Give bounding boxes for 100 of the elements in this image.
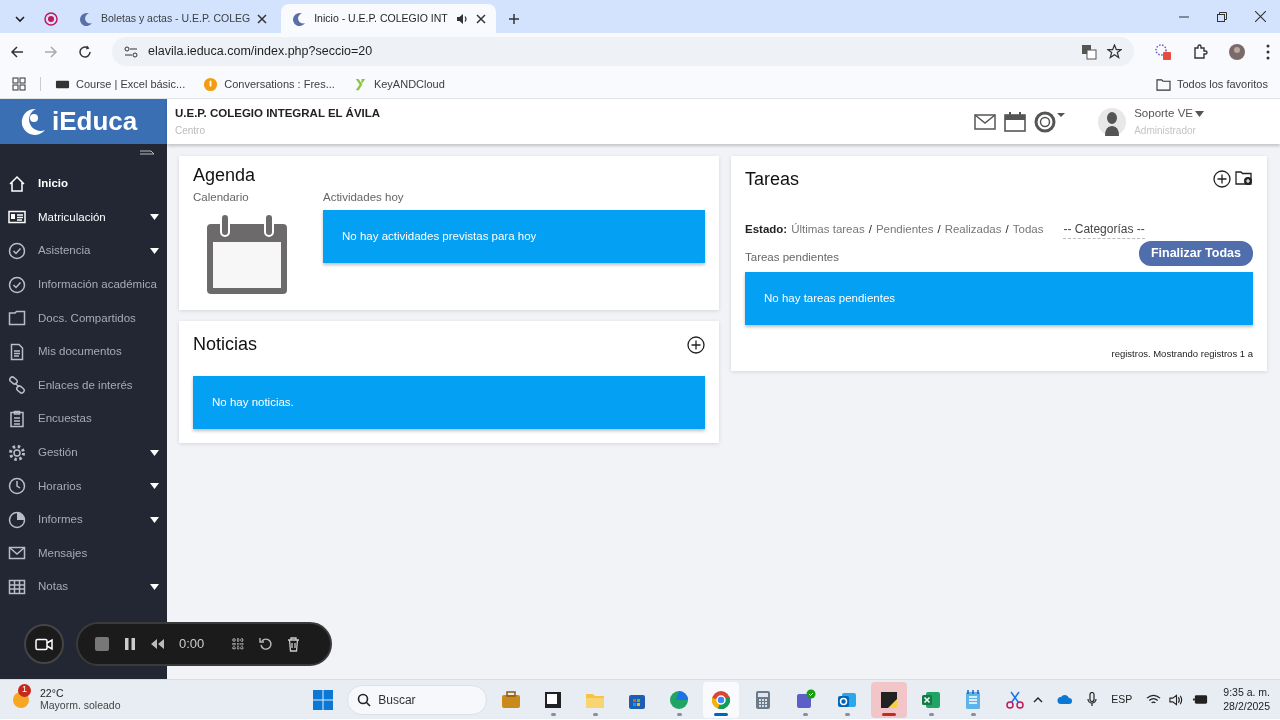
puzzle-icon[interactable]	[1192, 43, 1208, 60]
add-circle-icon[interactable]	[1213, 170, 1231, 188]
calendar-icon[interactable]	[205, 212, 289, 297]
site-info-icon[interactable]	[124, 44, 138, 59]
sidebar-item[interactable]: Asistencia	[0, 234, 167, 268]
battery-icon[interactable]	[1192, 694, 1210, 705]
clock-icon	[8, 477, 26, 496]
folder-add-icon[interactable]	[1235, 170, 1253, 186]
chevron-up-icon[interactable]	[1033, 696, 1044, 703]
category-dropdown[interactable]: -- Categorías --	[1063, 220, 1145, 239]
sidebar-item[interactable]: Informes	[0, 502, 167, 537]
sidebar-item[interactable]: Horarios	[0, 469, 167, 503]
speaker-icon[interactable]	[454, 11, 469, 26]
user-avatar-icon[interactable]	[1098, 107, 1127, 136]
language-indicator[interactable]: ESP	[1111, 691, 1133, 708]
lifebuoy-icon[interactable]	[1034, 110, 1067, 133]
sidebar-item[interactable]: Notas	[0, 570, 167, 604]
caret-icon[interactable]	[150, 583, 159, 590]
record-icon[interactable]	[44, 11, 58, 26]
caret-icon[interactable]	[150, 248, 159, 254]
taskbar-button[interactable]	[871, 681, 908, 718]
activities-label: Actividades hoy	[323, 190, 405, 205]
star-icon[interactable]	[1107, 44, 1122, 59]
card-title: Tareas	[745, 168, 800, 191]
close-icon[interactable]	[1255, 11, 1266, 22]
browser-tab[interactable]: Boletas y actas - U.E.P. COLEG	[68, 4, 278, 33]
recording-timer: 0:00	[179, 635, 206, 654]
app-logo[interactable]: iEduca	[0, 99, 167, 144]
extension-icon[interactable]	[1154, 42, 1172, 61]
all-bookmarks-link[interactable]: Todos los favoritos	[1155, 75, 1268, 93]
avatar-icon[interactable]	[1228, 42, 1246, 61]
finish-all-button[interactable]: Finalizar Todas	[1138, 241, 1253, 266]
notification-badge: 1	[18, 683, 31, 697]
bookmark-favicon-icon	[203, 76, 219, 92]
card-title: Noticias	[193, 333, 258, 357]
collapse-arrows-icon[interactable]	[139, 148, 155, 156]
search-field[interactable]: Buscar	[347, 684, 488, 715]
sidebar-item[interactable]: Enlaces de interés	[0, 368, 167, 403]
volume-icon[interactable]	[1169, 693, 1185, 706]
user-name[interactable]: Soporte VE	[1134, 105, 1193, 123]
bookmark[interactable]: Course | Excel básic...	[55, 75, 186, 93]
back-arrow-icon[interactable]	[10, 44, 24, 59]
stop-icon[interactable]	[94, 636, 110, 652]
filter-link[interactable]: Todas	[1012, 220, 1044, 239]
close-icon[interactable]	[475, 13, 486, 24]
caret-icon[interactable]	[150, 214, 159, 221]
restore-icon[interactable]	[1217, 11, 1227, 22]
folder-icon	[8, 309, 26, 328]
envelope-icon[interactable]	[974, 113, 997, 130]
address-bar[interactable]: elavila.ieduca.com/index.php?seccio=20	[112, 37, 1134, 66]
sidebar-item[interactable]: Información académica	[0, 267, 167, 302]
reload-icon[interactable]	[78, 44, 92, 59]
undo-icon[interactable]	[259, 637, 273, 651]
bookmark[interactable]: KeyANDCloud	[352, 75, 445, 93]
sidebar-item[interactable]: Gestión	[0, 435, 167, 470]
calendar-icon[interactable]	[1004, 111, 1027, 132]
clock-date[interactable]: 28/2/2025	[1223, 699, 1270, 713]
sidebar-item[interactable]: Docs. Compartidos	[0, 301, 167, 335]
translate-icon[interactable]	[1081, 43, 1097, 60]
filter-link[interactable]: Realizadas	[944, 220, 1002, 239]
sidebar-item[interactable]: Encuestas	[0, 402, 167, 436]
clock-time[interactable]: 9:35 a. m.	[1223, 686, 1270, 700]
filter-link[interactable]: Últimas tareas	[791, 220, 865, 239]
pause-icon[interactable]	[124, 637, 136, 651]
cloud-icon[interactable]	[1057, 694, 1074, 705]
filter-link[interactable]: Pendientes	[875, 220, 934, 239]
microphone-icon[interactable]	[1087, 692, 1098, 707]
bookmark[interactable]: Conversations : Fres...	[203, 75, 335, 93]
gear-icon	[8, 443, 26, 462]
home-icon	[8, 174, 26, 193]
caret-icon[interactable]	[1195, 111, 1204, 117]
sidebar-item[interactable]: Matriculación	[0, 200, 167, 235]
forward-arrow-icon	[44, 44, 58, 59]
add-circle-icon[interactable]	[687, 335, 705, 354]
table-icon	[8, 577, 26, 596]
grid-dots-icon[interactable]	[231, 637, 245, 651]
crescent-icon	[291, 10, 308, 27]
clipboard-icon	[8, 409, 26, 428]
video-camera-icon	[35, 637, 53, 651]
user-role: Administrador	[1134, 123, 1197, 138]
caret-icon[interactable]	[150, 516, 159, 523]
sidebar-item[interactable]: Inicio	[0, 167, 167, 201]
browser-tab[interactable]: Inicio - U.E.P. COLEGIO INT	[281, 4, 496, 33]
trash-icon[interactable]	[287, 636, 300, 652]
caret-icon[interactable]	[150, 449, 159, 456]
browser-icon	[668, 688, 691, 711]
separator-text: /	[937, 221, 941, 237]
sidebar-item[interactable]: Mensajes	[0, 536, 167, 571]
caret-icon[interactable]	[150, 483, 159, 490]
sidebar-item[interactable]: Mis documentos	[0, 334, 167, 369]
weather-temperature[interactable]: 22°C	[40, 687, 121, 700]
rewind-icon[interactable]	[150, 638, 165, 650]
weather-description[interactable]: Mayorm. soleado	[40, 699, 121, 712]
close-icon[interactable]	[257, 13, 268, 24]
wifi-icon[interactable]	[1146, 693, 1162, 706]
pie-chart-icon	[8, 510, 26, 529]
empty-activities-message: No hay actividades previstas para hoy	[323, 210, 705, 264]
apps-grid-icon[interactable]	[12, 77, 26, 91]
plus-icon[interactable]	[507, 12, 520, 25]
more-icon[interactable]	[1266, 43, 1270, 60]
